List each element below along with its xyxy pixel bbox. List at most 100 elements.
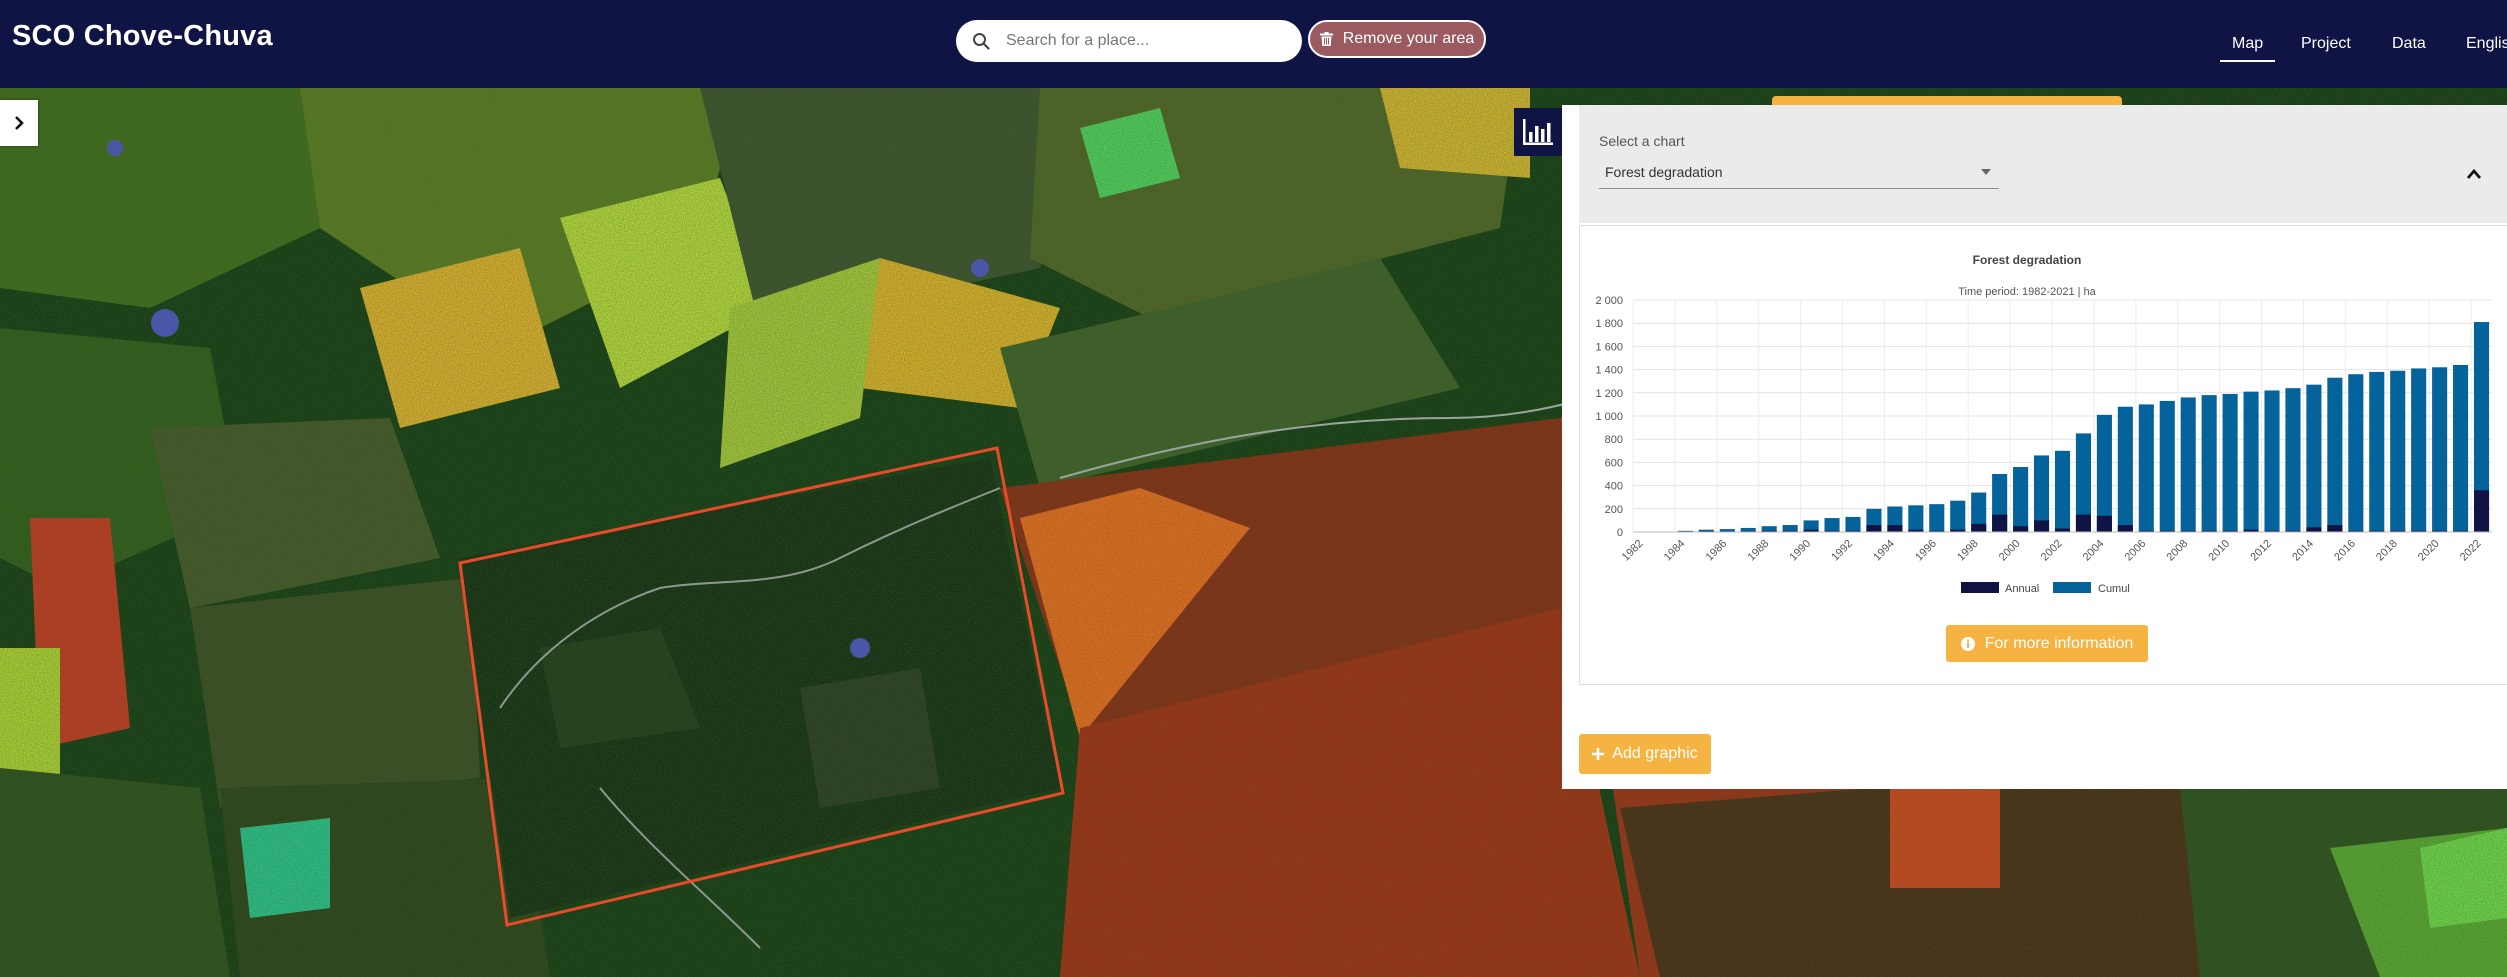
x-tick-label: 2004 bbox=[2081, 538, 2107, 564]
bar-annual bbox=[2096, 515, 2112, 532]
app-title: SCO Chove-Chuva bbox=[12, 20, 273, 52]
bar-cumul bbox=[2411, 368, 2427, 532]
legend-label-cumul: Cumul bbox=[2098, 583, 2130, 595]
y-tick-label: 600 bbox=[1605, 457, 1623, 469]
bar-annual bbox=[1866, 525, 1882, 532]
bar-cumul bbox=[1908, 505, 1924, 532]
y-tick-label: 0 bbox=[1617, 527, 1623, 539]
bar-cumul bbox=[2222, 393, 2238, 532]
nav-data-label: Data bbox=[2392, 35, 2426, 52]
x-tick-label: 2002 bbox=[2039, 538, 2065, 564]
trash-icon bbox=[1319, 32, 1333, 46]
x-tick-label: 1984 bbox=[1662, 538, 1688, 564]
more-information-button[interactable]: For more information bbox=[1946, 625, 2148, 662]
y-tick-label: 1 400 bbox=[1595, 365, 1623, 377]
bar-annual bbox=[2013, 526, 2029, 532]
bar-annual bbox=[2075, 514, 2091, 532]
bar-cumul bbox=[2180, 397, 2196, 532]
plus-icon bbox=[1592, 748, 1605, 760]
info-icon bbox=[1960, 636, 1975, 651]
x-tick-label: 1994 bbox=[1871, 538, 1897, 564]
bar-cumul bbox=[1845, 516, 1861, 532]
bar-annual bbox=[2327, 525, 2343, 532]
x-tick-label: 2000 bbox=[1997, 538, 2023, 564]
bar-cumul bbox=[2096, 414, 2112, 532]
bar-annual bbox=[2306, 527, 2322, 532]
y-tick-label: 1 200 bbox=[1595, 388, 1623, 400]
search-input[interactable] bbox=[1006, 32, 1286, 50]
x-tick-label: 2012 bbox=[2248, 538, 2274, 564]
nav-project[interactable]: Project bbox=[2301, 0, 2351, 88]
bar-cumul bbox=[1929, 504, 1945, 532]
x-tick-label: 2022 bbox=[2458, 538, 2484, 564]
language-label: English bbox=[2466, 35, 2507, 52]
add-graphic-button[interactable]: Add graphic bbox=[1579, 734, 1711, 774]
x-tick-label: 1996 bbox=[1913, 538, 1939, 564]
bar-cumul bbox=[2369, 371, 2385, 532]
bar-annual bbox=[2117, 525, 2133, 532]
x-tick-label: 1986 bbox=[1704, 538, 1730, 564]
search-icon bbox=[973, 33, 990, 50]
x-tick-label: 2010 bbox=[2206, 538, 2232, 564]
bar-cumul bbox=[2264, 390, 2280, 532]
x-tick-label: 2014 bbox=[2290, 538, 2316, 564]
bar-cumul bbox=[2453, 364, 2469, 532]
bar-annual bbox=[1992, 514, 2008, 532]
bar-cumul bbox=[2201, 395, 2217, 532]
bar-chart-icon bbox=[1523, 119, 1553, 145]
forest-degradation-chart: 0 200 400 600 800 1 000 1 200 1 400 1 600 1 800 2 … bbox=[1595, 295, 2492, 595]
bar-cumul bbox=[2159, 400, 2175, 532]
chevron-right-icon bbox=[15, 116, 24, 130]
add-graphic-label: Add graphic bbox=[1612, 745, 1698, 762]
x-tick-label: 2008 bbox=[2165, 538, 2191, 564]
bar-cumul bbox=[2390, 370, 2406, 532]
legend-swatch-annual bbox=[1961, 582, 1999, 593]
y-tick-label: 1 800 bbox=[1595, 318, 1623, 330]
x-tick-label: 1988 bbox=[1746, 538, 1772, 564]
more-information-label: For more information bbox=[1984, 634, 2134, 652]
x-tick-label: 1990 bbox=[1787, 538, 1813, 564]
nav-data[interactable]: Data bbox=[2392, 0, 2426, 88]
bar-cumul bbox=[2285, 388, 2301, 532]
legend-label-annual: Annual bbox=[2005, 583, 2039, 595]
x-tick-label: 1992 bbox=[1829, 538, 1855, 564]
bar-cumul bbox=[1824, 518, 1840, 532]
x-tick-label: 2006 bbox=[2123, 538, 2149, 564]
x-tick-label: 2016 bbox=[2332, 538, 2358, 564]
y-tick-label: 200 bbox=[1605, 504, 1623, 516]
x-tick-label: 2018 bbox=[2374, 538, 2400, 564]
x-tick-label: 2020 bbox=[2416, 538, 2442, 564]
bar-cumul bbox=[2138, 404, 2154, 532]
y-tick-label: 2 000 bbox=[1595, 295, 1623, 307]
sidebar-toggle-button[interactable] bbox=[0, 100, 38, 146]
search-box[interactable] bbox=[956, 20, 1302, 62]
y-tick-label: 1 000 bbox=[1595, 411, 1623, 423]
bar-cumul bbox=[2054, 450, 2071, 532]
remove-area-label: Remove your area bbox=[1342, 30, 1475, 47]
bar-annual bbox=[2473, 490, 2490, 532]
bar-cumul bbox=[2243, 391, 2259, 532]
x-tick-label: 1982 bbox=[1620, 538, 1646, 564]
bar-annual bbox=[1971, 523, 1987, 532]
y-tick-label: 800 bbox=[1605, 434, 1623, 446]
bar-cumul bbox=[1950, 500, 1966, 532]
remove-area-button[interactable]: Remove your area bbox=[1308, 20, 1486, 58]
language-selector[interactable]: English bbox=[2466, 0, 2507, 88]
bar-cumul bbox=[2013, 467, 2029, 532]
bar-cumul bbox=[2348, 374, 2364, 532]
bar-cumul bbox=[2306, 384, 2322, 532]
bar-annual bbox=[2034, 520, 2050, 532]
y-tick-label: 400 bbox=[1605, 481, 1623, 493]
bar-cumul bbox=[2117, 406, 2133, 532]
bar-cumul bbox=[2432, 367, 2448, 532]
bar-annual bbox=[1887, 525, 1903, 532]
y-tick-label: 1 600 bbox=[1595, 341, 1623, 353]
chart-panel-toggle-button[interactable] bbox=[1514, 108, 1562, 156]
bar-annual bbox=[2054, 528, 2071, 532]
nav-map-label: Map bbox=[2232, 35, 2264, 52]
chart-panel: Select a chart Forest degradation Forest… bbox=[1562, 105, 2507, 789]
nav-map[interactable]: Map bbox=[2219, 0, 2276, 88]
bar-cumul bbox=[2327, 377, 2343, 532]
legend-swatch-cumul bbox=[2053, 582, 2091, 593]
nav-project-label: Project bbox=[2301, 35, 2351, 52]
